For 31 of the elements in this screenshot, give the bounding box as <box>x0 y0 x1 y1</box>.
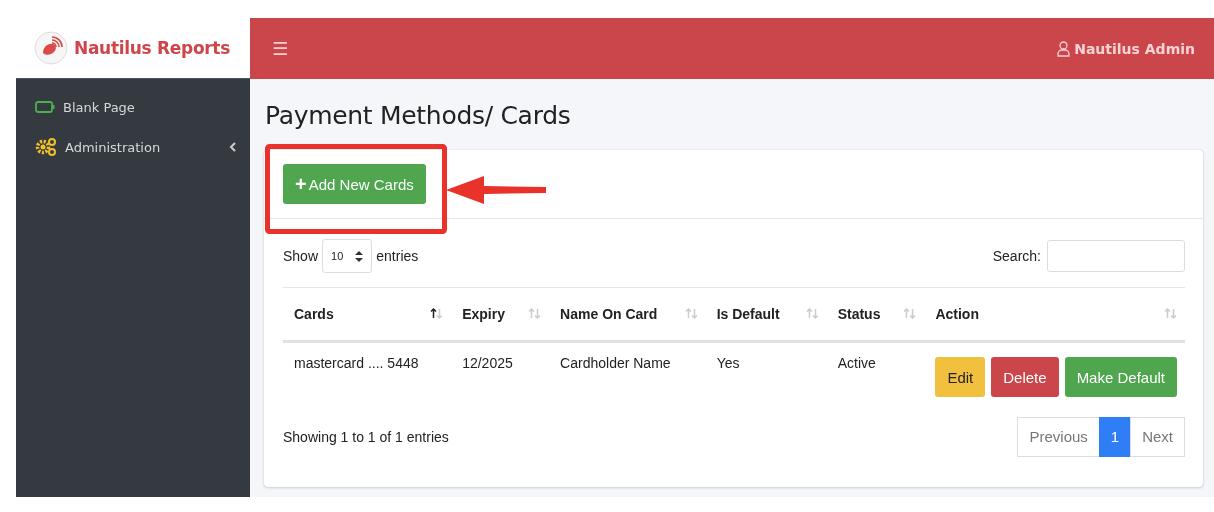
table-cell: Active <box>837 355 876 371</box>
column-header[interactable]: Status <box>837 306 881 322</box>
sidebar-item[interactable]: Administration <box>16 127 250 167</box>
caret-icon <box>355 250 364 262</box>
entries-select[interactable]: 10 <box>322 239 373 273</box>
page-title: Payment Methods/ Cards <box>265 101 572 130</box>
search-label: Search: <box>992 248 1041 264</box>
search-field[interactable] <box>1047 240 1185 272</box>
battery-icon <box>35 101 55 113</box>
table-cell: mastercard .... 5448 <box>294 355 419 371</box>
table-cell: Cardholder Name <box>560 355 671 371</box>
column-header[interactable]: Expiry <box>462 306 505 322</box>
page-button[interactable]: 1 <box>1098 417 1132 457</box>
column-header[interactable]: Action <box>935 306 979 322</box>
entries-label: entries <box>376 248 419 264</box>
action-button[interactable]: Delete <box>991 357 1059 397</box>
table-info: Showing 1 to 1 of 1 entries <box>283 429 449 445</box>
sidebar-item[interactable]: Blank Page <box>16 87 250 127</box>
sort-icon[interactable] <box>430 308 444 319</box>
gears-icon <box>35 137 57 157</box>
logo-icon <box>34 31 68 65</box>
action-button[interactable]: Edit <box>935 357 986 397</box>
brand-name: Nautilus Reports <box>74 38 231 58</box>
user-icon <box>1057 40 1071 57</box>
table-cell: Yes <box>716 355 740 371</box>
table-cell: 12/2025 <box>462 355 513 371</box>
column-header[interactable]: Cards <box>294 306 334 322</box>
show-label: Show <box>283 248 319 264</box>
column-header[interactable]: Name On Card <box>560 306 658 322</box>
column-header[interactable]: Is Default <box>716 306 780 322</box>
page-button[interactable]: Next <box>1130 417 1185 457</box>
